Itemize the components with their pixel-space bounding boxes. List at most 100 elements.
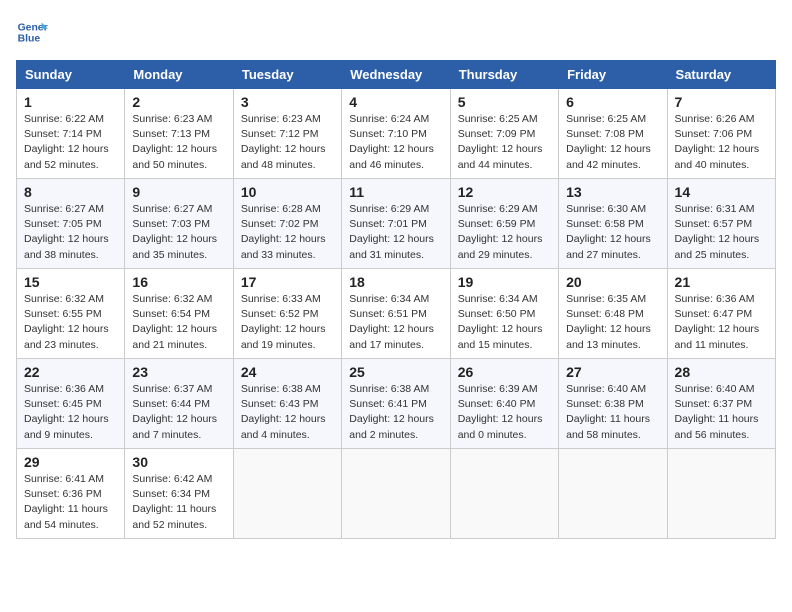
day-number: 9	[132, 184, 225, 200]
day-detail: Sunrise: 6:41 AMSunset: 6:36 PMDaylight:…	[24, 472, 117, 533]
page-header: General Blue	[16, 16, 776, 48]
calendar-cell: 17 Sunrise: 6:33 AMSunset: 6:52 PMDayligh…	[233, 269, 341, 359]
day-detail: Sunrise: 6:35 AMSunset: 6:48 PMDaylight:…	[566, 292, 659, 353]
day-detail: Sunrise: 6:24 AMSunset: 7:10 PMDaylight:…	[349, 112, 442, 173]
calendar-cell: 15 Sunrise: 6:32 AMSunset: 6:55 PMDayligh…	[17, 269, 125, 359]
calendar-cell	[233, 449, 341, 539]
day-number: 20	[566, 274, 659, 290]
day-number: 15	[24, 274, 117, 290]
calendar-cell: 22 Sunrise: 6:36 AMSunset: 6:45 PMDayligh…	[17, 359, 125, 449]
header-row: SundayMondayTuesdayWednesdayThursdayFrid…	[17, 61, 776, 89]
day-detail: Sunrise: 6:31 AMSunset: 6:57 PMDaylight:…	[675, 202, 768, 263]
week-row-3: 15 Sunrise: 6:32 AMSunset: 6:55 PMDayligh…	[17, 269, 776, 359]
day-number: 12	[458, 184, 551, 200]
day-number: 29	[24, 454, 117, 470]
calendar-cell: 26Sunrise: 6:39 AMSunset: 6:40 PMDayligh…	[450, 359, 558, 449]
day-detail: Sunrise: 6:36 AMSunset: 6:47 PMDaylight:…	[675, 292, 768, 353]
day-number: 2	[132, 94, 225, 110]
day-detail: Sunrise: 6:33 AMSunset: 6:52 PMDaylight:…	[241, 292, 334, 353]
calendar-cell: 21Sunrise: 6:36 AMSunset: 6:47 PMDayligh…	[667, 269, 775, 359]
calendar-cell: 4 Sunrise: 6:24 AMSunset: 7:10 PMDaylight…	[342, 89, 450, 179]
day-number: 22	[24, 364, 117, 380]
header-day-thursday: Thursday	[450, 61, 558, 89]
calendar-cell: 30Sunrise: 6:42 AMSunset: 6:34 PMDayligh…	[125, 449, 233, 539]
day-detail: Sunrise: 6:27 AMSunset: 7:05 PMDaylight:…	[24, 202, 117, 263]
day-detail: Sunrise: 6:23 AMSunset: 7:12 PMDaylight:…	[241, 112, 334, 173]
day-detail: Sunrise: 6:23 AMSunset: 7:13 PMDaylight:…	[132, 112, 225, 173]
calendar-cell: 19Sunrise: 6:34 AMSunset: 6:50 PMDayligh…	[450, 269, 558, 359]
day-detail: Sunrise: 6:42 AMSunset: 6:34 PMDaylight:…	[132, 472, 225, 533]
day-detail: Sunrise: 6:40 AMSunset: 6:37 PMDaylight:…	[675, 382, 768, 443]
header-day-friday: Friday	[559, 61, 667, 89]
day-detail: Sunrise: 6:27 AMSunset: 7:03 PMDaylight:…	[132, 202, 225, 263]
day-detail: Sunrise: 6:32 AMSunset: 6:54 PMDaylight:…	[132, 292, 225, 353]
header-day-monday: Monday	[125, 61, 233, 89]
day-detail: Sunrise: 6:38 AMSunset: 6:41 PMDaylight:…	[349, 382, 442, 443]
calendar-cell: 12 Sunrise: 6:29 AMSunset: 6:59 PMDayligh…	[450, 179, 558, 269]
calendar-cell: 16 Sunrise: 6:32 AMSunset: 6:54 PMDayligh…	[125, 269, 233, 359]
calendar-cell: 23 Sunrise: 6:37 AMSunset: 6:44 PMDayligh…	[125, 359, 233, 449]
day-detail: Sunrise: 6:32 AMSunset: 6:55 PMDaylight:…	[24, 292, 117, 353]
header-day-wednesday: Wednesday	[342, 61, 450, 89]
calendar-cell: 5 Sunrise: 6:25 AMSunset: 7:09 PMDaylight…	[450, 89, 558, 179]
calendar-cell: 2 Sunrise: 6:23 AMSunset: 7:13 PMDaylight…	[125, 89, 233, 179]
calendar-cell: 18 Sunrise: 6:34 AMSunset: 6:51 PMDayligh…	[342, 269, 450, 359]
day-number: 11	[349, 184, 442, 200]
calendar-cell	[559, 449, 667, 539]
day-detail: Sunrise: 6:30 AMSunset: 6:58 PMDaylight:…	[566, 202, 659, 263]
calendar-cell: 25Sunrise: 6:38 AMSunset: 6:41 PMDayligh…	[342, 359, 450, 449]
day-number: 7	[675, 94, 768, 110]
calendar-body: 1Sunrise: 6:22 AMSunset: 7:14 PMDaylight…	[17, 89, 776, 539]
day-detail: Sunrise: 6:37 AMSunset: 6:44 PMDaylight:…	[132, 382, 225, 443]
day-detail: Sunrise: 6:36 AMSunset: 6:45 PMDaylight:…	[24, 382, 117, 443]
day-detail: Sunrise: 6:25 AMSunset: 7:09 PMDaylight:…	[458, 112, 551, 173]
day-number: 23	[132, 364, 225, 380]
logo: General Blue	[16, 16, 52, 48]
calendar-cell: 27 Sunrise: 6:40 AMSunset: 6:38 PMDayligh…	[559, 359, 667, 449]
day-detail: Sunrise: 6:39 AMSunset: 6:40 PMDaylight:…	[458, 382, 551, 443]
calendar-cell: 3 Sunrise: 6:23 AMSunset: 7:12 PMDaylight…	[233, 89, 341, 179]
calendar-cell: 13 Sunrise: 6:30 AMSunset: 6:58 PMDayligh…	[559, 179, 667, 269]
day-number: 14	[675, 184, 768, 200]
calendar-cell	[450, 449, 558, 539]
day-detail: Sunrise: 6:34 AMSunset: 6:51 PMDaylight:…	[349, 292, 442, 353]
calendar-cell: 8 Sunrise: 6:27 AMSunset: 7:05 PMDaylight…	[17, 179, 125, 269]
day-number: 24	[241, 364, 334, 380]
day-detail: Sunrise: 6:34 AMSunset: 6:50 PMDaylight:…	[458, 292, 551, 353]
day-detail: Sunrise: 6:40 AMSunset: 6:38 PMDaylight:…	[566, 382, 659, 443]
week-row-2: 8 Sunrise: 6:27 AMSunset: 7:05 PMDaylight…	[17, 179, 776, 269]
day-number: 5	[458, 94, 551, 110]
header-day-tuesday: Tuesday	[233, 61, 341, 89]
day-number: 3	[241, 94, 334, 110]
calendar-cell: 10Sunrise: 6:28 AMSunset: 7:02 PMDayligh…	[233, 179, 341, 269]
day-number: 16	[132, 274, 225, 290]
calendar-cell: 9 Sunrise: 6:27 AMSunset: 7:03 PMDaylight…	[125, 179, 233, 269]
calendar-cell	[342, 449, 450, 539]
day-number: 27	[566, 364, 659, 380]
header-day-sunday: Sunday	[17, 61, 125, 89]
day-number: 10	[241, 184, 334, 200]
header-day-saturday: Saturday	[667, 61, 775, 89]
calendar-cell: 20 Sunrise: 6:35 AMSunset: 6:48 PMDayligh…	[559, 269, 667, 359]
calendar-cell: 7 Sunrise: 6:26 AMSunset: 7:06 PMDaylight…	[667, 89, 775, 179]
calendar-table: SundayMondayTuesdayWednesdayThursdayFrid…	[16, 60, 776, 539]
logo-icon: General Blue	[16, 16, 48, 48]
day-detail: Sunrise: 6:29 AMSunset: 6:59 PMDaylight:…	[458, 202, 551, 263]
calendar-cell: 1Sunrise: 6:22 AMSunset: 7:14 PMDaylight…	[17, 89, 125, 179]
day-detail: Sunrise: 6:29 AMSunset: 7:01 PMDaylight:…	[349, 202, 442, 263]
day-number: 18	[349, 274, 442, 290]
week-row-5: 29 Sunrise: 6:41 AMSunset: 6:36 PMDayligh…	[17, 449, 776, 539]
week-row-4: 22 Sunrise: 6:36 AMSunset: 6:45 PMDayligh…	[17, 359, 776, 449]
calendar-header: SundayMondayTuesdayWednesdayThursdayFrid…	[17, 61, 776, 89]
day-number: 4	[349, 94, 442, 110]
calendar-cell: 11 Sunrise: 6:29 AMSunset: 7:01 PMDayligh…	[342, 179, 450, 269]
day-detail: Sunrise: 6:25 AMSunset: 7:08 PMDaylight:…	[566, 112, 659, 173]
calendar-cell: 14 Sunrise: 6:31 AMSunset: 6:57 PMDayligh…	[667, 179, 775, 269]
day-number: 13	[566, 184, 659, 200]
calendar-cell: 24Sunrise: 6:38 AMSunset: 6:43 PMDayligh…	[233, 359, 341, 449]
day-number: 17	[241, 274, 334, 290]
day-number: 1	[24, 94, 117, 110]
day-number: 8	[24, 184, 117, 200]
calendar-cell	[667, 449, 775, 539]
day-detail: Sunrise: 6:26 AMSunset: 7:06 PMDaylight:…	[675, 112, 768, 173]
